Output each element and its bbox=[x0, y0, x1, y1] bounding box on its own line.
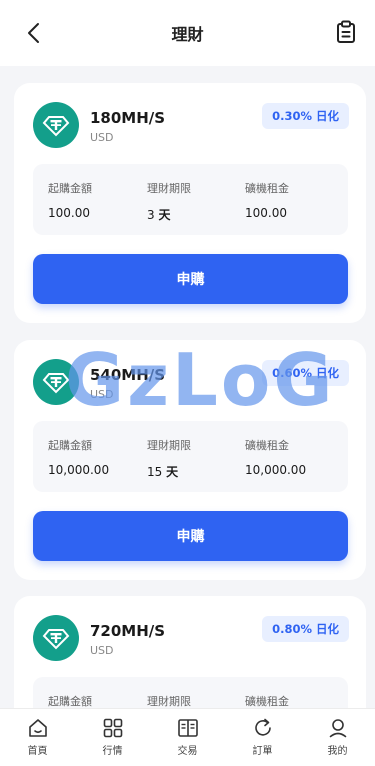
product-card: 720MH/S USD 0.80% 日化 起購金額 理財期限 礦機租金 bbox=[14, 596, 366, 708]
product-card: 540MH/S USD 0.60% 日化 起購金額 10,000.00 理財期限… bbox=[14, 340, 366, 580]
product-currency: USD bbox=[90, 131, 114, 144]
tab-label: 首頁 bbox=[27, 746, 48, 757]
subscribe-button[interactable]: 申購 bbox=[33, 511, 348, 561]
min-amount-label: 起購金額 bbox=[48, 182, 92, 195]
bottom-tab-bar: 首頁 行情 交易 訂單 我的 bbox=[0, 708, 375, 766]
book-icon bbox=[177, 719, 198, 737]
rent-value: 100.00 bbox=[245, 206, 287, 220]
period-value: 3 天 bbox=[147, 206, 191, 223]
orders-clipboard-button[interactable] bbox=[335, 20, 357, 44]
refresh-icon bbox=[254, 718, 271, 736]
chevron-left-icon bbox=[28, 23, 39, 43]
rent-label: 礦機租金 bbox=[245, 695, 289, 708]
period-label: 理財期限 bbox=[147, 439, 191, 452]
period-number: 3 bbox=[147, 208, 155, 222]
clipboard-icon bbox=[337, 20, 355, 43]
tab-orders[interactable]: 訂單 bbox=[233, 709, 293, 757]
tab-label: 訂單 bbox=[252, 746, 273, 757]
product-currency: USD bbox=[90, 388, 114, 401]
product-info-panel: 起購金額 10,000.00 理財期限 15 天 礦機租金 10,000.00 bbox=[33, 421, 348, 492]
grid-icon bbox=[103, 718, 122, 738]
page-title: 理財 bbox=[171, 25, 204, 44]
period-number: 15 bbox=[147, 465, 163, 479]
product-name: 540MH/S bbox=[90, 366, 166, 384]
product-list: 180MH/S USD 0.30% 日化 起購金額 100.00 理財期限 3 … bbox=[0, 66, 375, 708]
min-amount-label: 起購金額 bbox=[48, 695, 92, 708]
tether-coin-icon bbox=[33, 102, 79, 148]
tether-coin-icon bbox=[33, 359, 79, 405]
tether-coin-icon bbox=[33, 615, 79, 661]
tab-label: 交易 bbox=[177, 746, 198, 757]
rent-label: 礦機租金 bbox=[245, 439, 289, 452]
tab-label: 行情 bbox=[102, 746, 123, 757]
min-amount-value: 10,000.00 bbox=[48, 463, 110, 477]
daily-rate-badge: 0.30% 日化 bbox=[262, 103, 349, 129]
daily-rate-badge: 0.60% 日化 bbox=[262, 360, 349, 386]
period-label: 理財期限 bbox=[147, 695, 191, 708]
min-amount-label: 起購金額 bbox=[48, 439, 92, 452]
product-name: 720MH/S bbox=[90, 622, 166, 640]
tab-market[interactable]: 行情 bbox=[83, 709, 143, 757]
top-nav-bar: 理財 bbox=[0, 0, 375, 66]
tab-profile[interactable]: 我的 bbox=[308, 709, 368, 757]
product-name: 180MH/S bbox=[90, 109, 166, 127]
person-icon bbox=[329, 719, 346, 738]
period-unit: 天 bbox=[166, 465, 179, 479]
tab-label: 我的 bbox=[327, 746, 348, 757]
product-currency: USD bbox=[90, 644, 114, 657]
min-amount-value: 100.00 bbox=[48, 206, 90, 220]
tab-trade[interactable]: 交易 bbox=[158, 709, 218, 757]
product-info-panel: 起購金額 理財期限 礦機租金 bbox=[33, 677, 348, 708]
period-value: 15 天 bbox=[147, 463, 191, 480]
rent-label: 礦機租金 bbox=[245, 182, 289, 195]
subscribe-button[interactable]: 申購 bbox=[33, 254, 348, 304]
home-icon bbox=[28, 719, 47, 737]
daily-rate-badge: 0.80% 日化 bbox=[262, 616, 349, 642]
period-unit: 天 bbox=[158, 208, 171, 222]
product-info-panel: 起購金額 100.00 理財期限 3 天 礦機租金 100.00 bbox=[33, 164, 348, 235]
back-button[interactable] bbox=[20, 19, 46, 47]
product-card: 180MH/S USD 0.30% 日化 起購金額 100.00 理財期限 3 … bbox=[14, 83, 366, 323]
rent-value: 10,000.00 bbox=[245, 463, 307, 477]
tab-home[interactable]: 首頁 bbox=[8, 709, 68, 757]
period-label: 理財期限 bbox=[147, 182, 191, 195]
